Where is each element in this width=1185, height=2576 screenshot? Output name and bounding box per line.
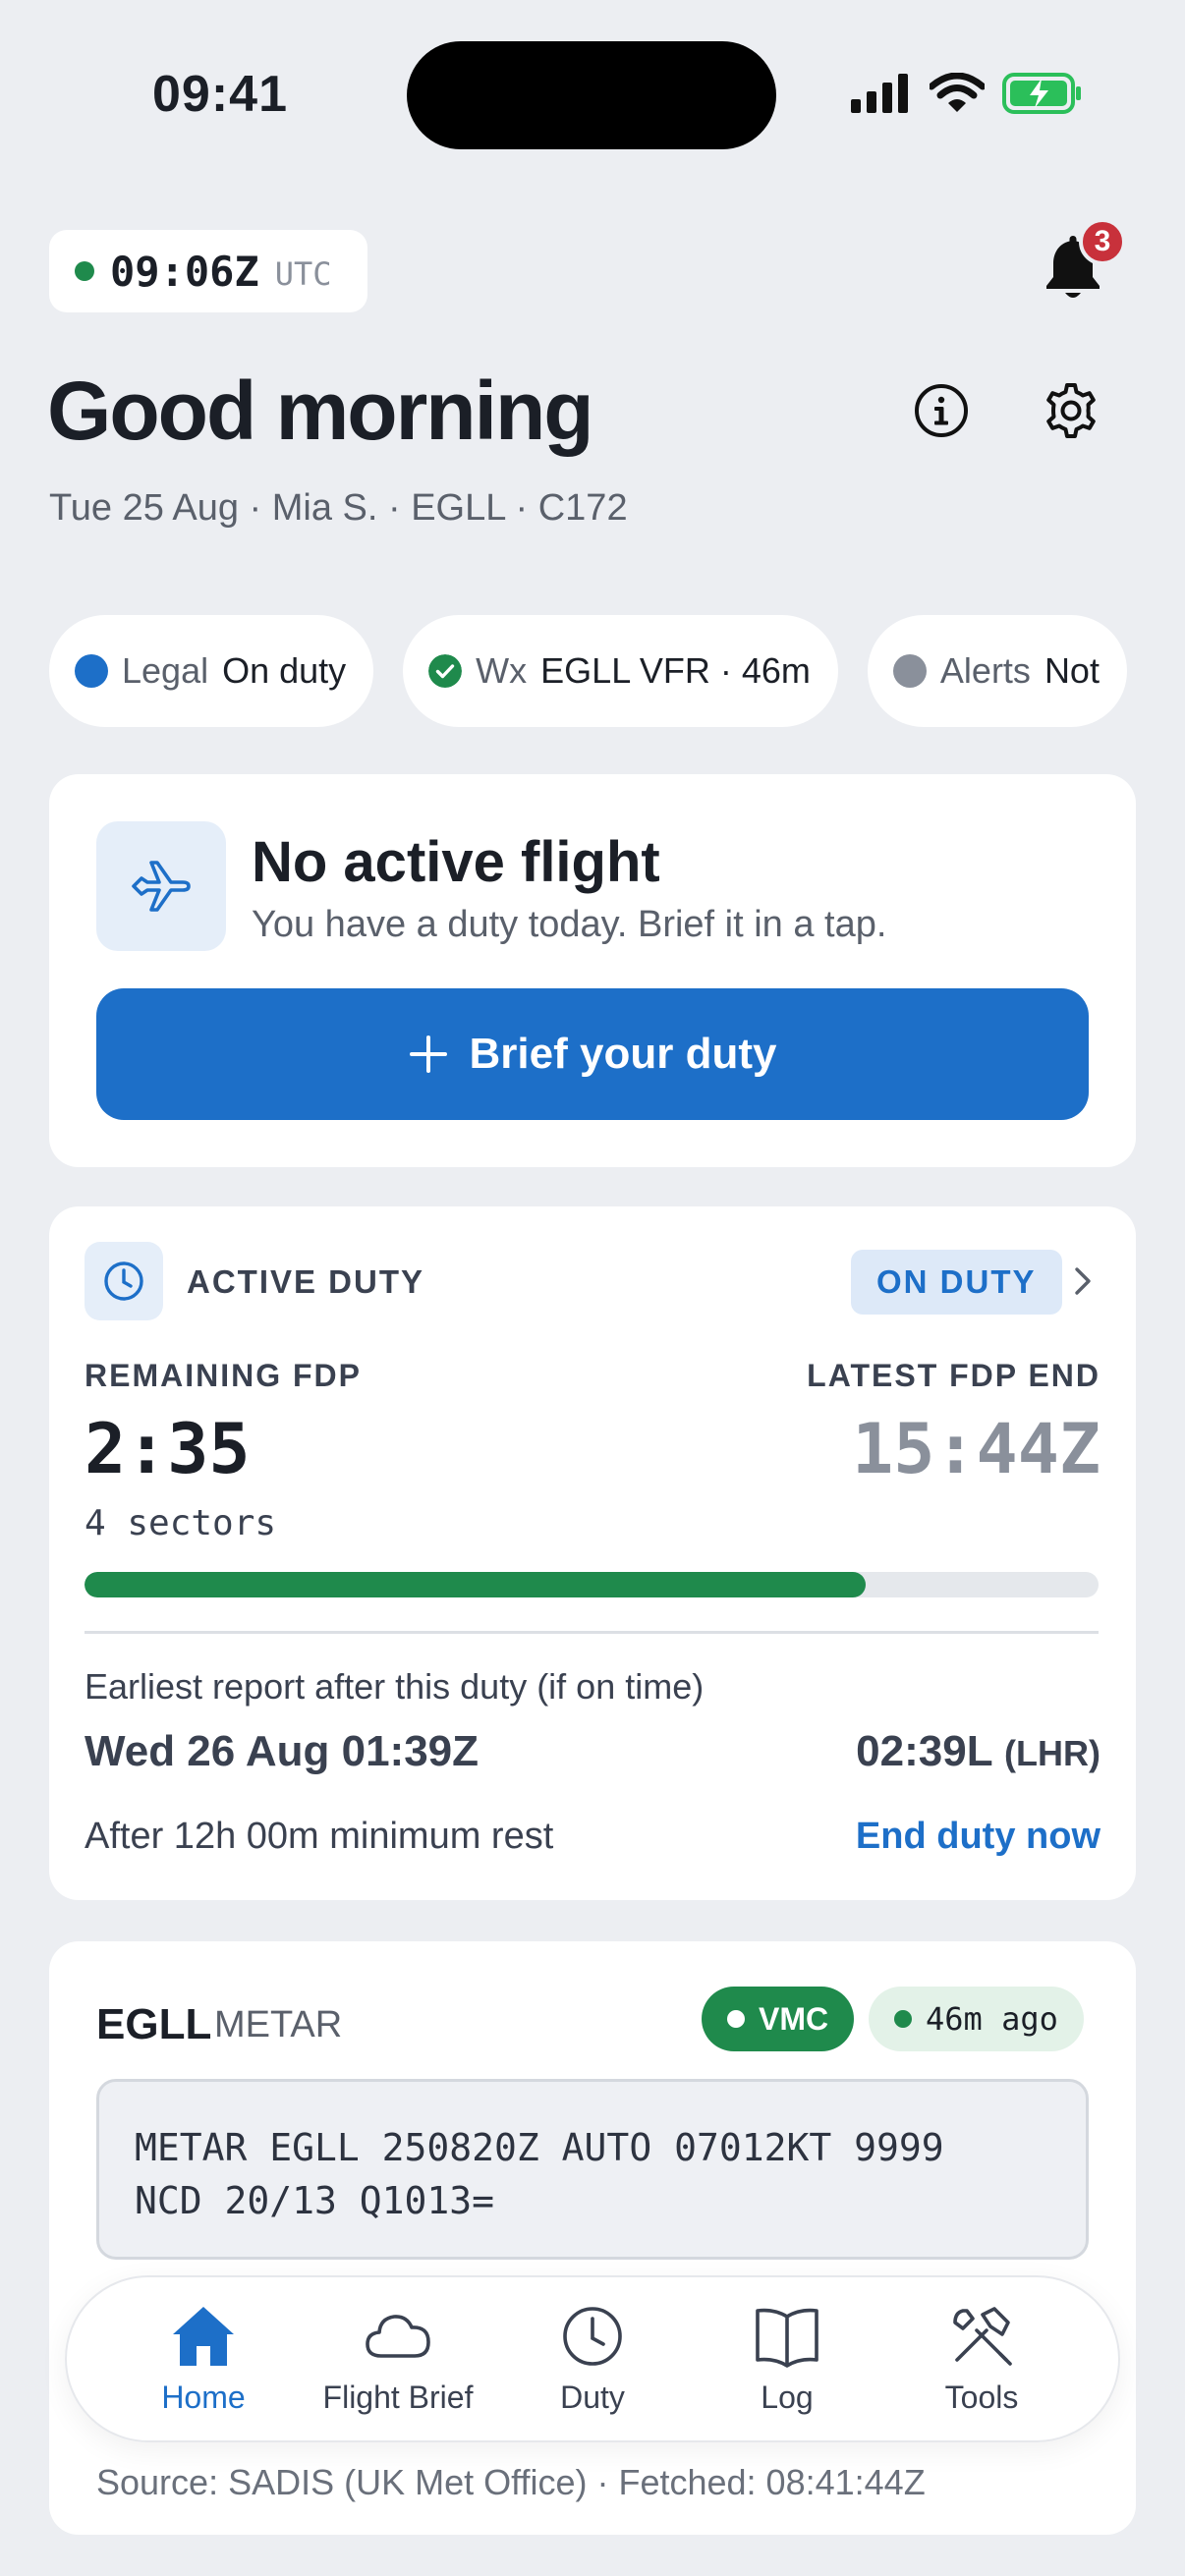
- chip-value: Not: [1044, 650, 1100, 691]
- active-duty-card[interactable]: ACTIVE DUTY ON DUTY REMAINING FDP LATEST…: [49, 1206, 1136, 1900]
- end-duty-now-link[interactable]: End duty now: [856, 1816, 1100, 1858]
- cloud-icon: [366, 2314, 430, 2358]
- chip-weather[interactable]: Wx EGLL VFR · 46m: [403, 615, 838, 727]
- utc-clock-pill: 09:06Z UTC: [49, 230, 367, 312]
- wifi-icon: [930, 73, 985, 112]
- tab-label: Tools: [944, 2379, 1019, 2415]
- status-bar-icons: [851, 73, 1083, 114]
- settings-gear-icon[interactable]: [1042, 381, 1100, 440]
- chip-legal[interactable]: Legal On duty: [49, 615, 374, 727]
- tab-label: Duty: [560, 2379, 625, 2415]
- tab-tools[interactable]: Tools: [888, 2303, 1075, 2416]
- tab-log[interactable]: Log: [694, 2303, 880, 2416]
- earliest-report-label: Earliest report after this duty (if on t…: [85, 1666, 705, 1707]
- greeting-title: Good morning: [47, 364, 594, 457]
- home-icon: [173, 2306, 234, 2366]
- plus-icon: [409, 1036, 447, 1073]
- earliest-report-local: 02:39L (LHR): [856, 1727, 1100, 1776]
- metar-label: METAR: [214, 2004, 343, 2045]
- tab-label: Flight Brief: [322, 2379, 474, 2415]
- status-chips-row[interactable]: Legal On duty Wx EGLL VFR · 46m Alerts N…: [49, 615, 1138, 729]
- chip-alerts[interactable]: Alerts Not: [867, 615, 1127, 727]
- book-icon: [756, 2308, 818, 2368]
- metar-age: 46m ago: [926, 2000, 1058, 2038]
- chip-value: On duty: [222, 650, 347, 691]
- legal-status-dot: [75, 654, 108, 688]
- vmc-badge: VMC: [702, 1987, 855, 2051]
- date-pilot-subline: Tue 25 Aug · Mia S. · EGLL · C172: [49, 487, 628, 529]
- plane-icon-tile: [96, 821, 226, 951]
- earliest-local-tz: (LHR): [1004, 1733, 1100, 1773]
- tab-label: Log: [761, 2379, 814, 2415]
- age-dot: [894, 2010, 912, 2028]
- metar-age-badge: 46m ago: [869, 1987, 1084, 2051]
- fdp-progress-bar: [85, 1572, 1099, 1597]
- clock-icon: [563, 2306, 622, 2366]
- no-flight-subtitle: You have a duty today. Brief it in a tap…: [252, 904, 887, 945]
- tab-flight-brief[interactable]: Flight Brief: [305, 2303, 491, 2416]
- brief-duty-button[interactable]: Brief your duty: [96, 988, 1089, 1120]
- metar-source: Source: SADIS (UK Met Office) · Fetched:…: [96, 2462, 926, 2502]
- airplane-icon: [132, 861, 191, 912]
- card-divider: [85, 1631, 1099, 1634]
- chip-key: Wx: [476, 650, 528, 691]
- remaining-fdp-value: 2:35: [85, 1409, 251, 1489]
- live-indicator-dot: [75, 261, 94, 281]
- fdp-progress-fill: [85, 1572, 866, 1597]
- vmc-label: VMC: [759, 2000, 829, 2037]
- home-screen: 09:41 09:06Z UTC 3 Good morning Tue 25 A…: [0, 0, 1185, 2576]
- clock-icon-tile: [85, 1242, 163, 1320]
- cellular-signal-icon: [851, 74, 908, 113]
- no-flight-title: No active flight: [252, 830, 660, 894]
- clock-icon: [104, 1261, 143, 1301]
- no-active-flight-card: No active flight You have a duty today. …: [49, 774, 1136, 1167]
- chevron-right-icon[interactable]: [1065, 1263, 1100, 1299]
- chip-key: Alerts: [939, 650, 1031, 691]
- latest-fdp-end-label: LATEST FDP END: [807, 1358, 1100, 1393]
- battery-charging-icon: [1002, 73, 1081, 114]
- tab-label: Home: [161, 2379, 246, 2415]
- latest-fdp-end-value: 15:44Z: [852, 1409, 1100, 1489]
- notification-count-badge: 3: [1079, 218, 1126, 265]
- vmc-dot: [727, 2010, 745, 2028]
- tools-icon: [953, 2306, 1012, 2366]
- earliest-report-utc: Wed 26 Aug 01:39Z: [85, 1727, 480, 1775]
- on-duty-badge: ON DUTY: [851, 1250, 1062, 1315]
- metar-card[interactable]: EGLL METAR VMC 46m ago METAR EGLL 250820…: [49, 1941, 1136, 2535]
- status-bar-time: 09:41: [152, 66, 288, 123]
- chip-value: EGLL VFR · 46m: [540, 650, 811, 691]
- utc-time: 09:06Z: [110, 247, 259, 296]
- remaining-fdp-label: REMAINING FDP: [85, 1358, 362, 1393]
- utc-label: UTC: [274, 255, 332, 293]
- active-duty-title: ACTIVE DUTY: [187, 1263, 425, 1300]
- metar-station: EGLL: [96, 2000, 212, 2048]
- sectors-count: 4 sectors: [85, 1503, 277, 1543]
- tab-home[interactable]: Home: [110, 2303, 297, 2416]
- alerts-status-dot: [892, 654, 927, 688]
- info-icon[interactable]: [914, 383, 969, 438]
- minimum-rest-text: After 12h 00m minimum rest: [85, 1816, 554, 1857]
- metar-raw-text: METAR EGLL 250820Z AUTO 07012KT 9999 NCD…: [96, 2079, 1089, 2260]
- tab-duty[interactable]: Duty: [499, 2303, 686, 2416]
- check-circle-icon: [428, 654, 463, 688]
- bottom-tab-bar: Home Flight Brief Duty Log Tools: [65, 2275, 1120, 2442]
- brief-duty-label: Brief your duty: [469, 1030, 777, 1078]
- dynamic-island: [407, 41, 776, 149]
- chip-key: Legal: [122, 650, 209, 691]
- earliest-local-time: 02:39L: [856, 1727, 992, 1775]
